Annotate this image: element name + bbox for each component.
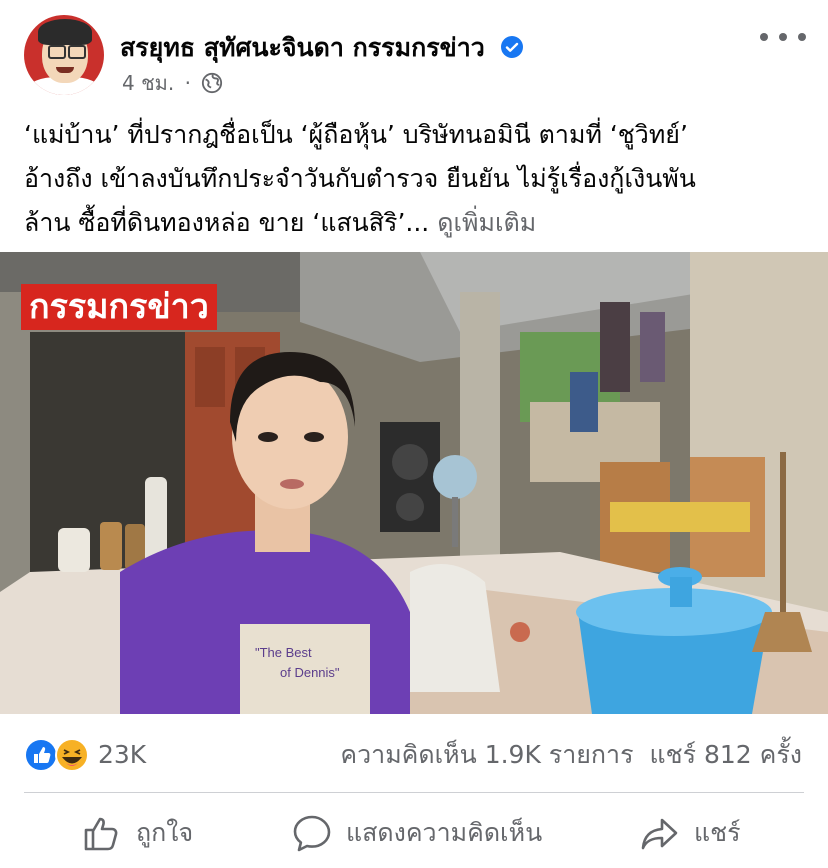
post-stats: 23K ความคิดเห็น 1.9K รายการ แชร์ 812 ครั้… [0,722,828,786]
caption-line: ล้าน ซื้อที่ดินทองหล่อ ขาย ‘แสนสิริ’... [24,208,430,237]
like-label: ถูกใจ [136,818,194,847]
comment-label: แสดงความคิดเห็น [346,818,543,847]
share-button[interactable]: แชร์ [640,800,741,866]
avatar[interactable] [24,15,104,95]
caption-line-last: ล้าน ซื้อที่ดินทองหล่อ ขาย ‘แสนสิริ’... … [24,201,814,245]
author-name-row[interactable]: สรยุทธ สุทัศนะจินดา กรรมกรข่าว [120,28,524,68]
stats-right: ความคิดเห็น 1.9K รายการ แชร์ 812 ครั้ง [340,738,802,772]
more-dot-icon [779,33,787,41]
comments-count[interactable]: ความคิดเห็น 1.9K รายการ [340,740,633,769]
more-dot-icon [760,33,768,41]
comment-button[interactable]: แสดงความคิดเห็น [292,800,542,866]
caption-line: อ้างถึง เข้าลงบันทึกประจำวันกับตำรวจ ยืน… [24,164,696,193]
post-header: สรยุทธ สุทัศนะจินดา กรรมกรข่าว 4 ชม. · [0,0,828,100]
like-button[interactable]: ถูกใจ [82,800,193,866]
more-dot-icon [798,33,806,41]
reactions-count[interactable]: 23K [98,738,146,772]
image-overlay-label: กรรมกรข่าว [21,284,217,330]
thumbs-up-icon [84,817,118,851]
globe-icon [202,72,223,93]
share-label: แชร์ [694,818,741,847]
post-time[interactable]: 4 ชม. [122,71,174,95]
post-caption: ‘แม่บ้าน’ ที่ปรากฎชื่อเป็น ‘ผู้ถือหุ้น’ … [24,113,814,245]
see-more-link[interactable]: ดูเพิ่มเติม [437,208,536,237]
facebook-post: สรยุทธ สุทัศนะจินดา กรรมกรข่าว 4 ชม. · ‘… [0,0,828,868]
share-arrow-icon [641,818,678,850]
action-bar: ถูกใจ แสดงความคิดเห็น แชร์ [0,800,828,866]
caption-line: ‘แม่บ้าน’ ที่ปรากฎชื่อเป็น ‘ผู้ถือหุ้น’ … [24,120,688,149]
shares-count[interactable]: แชร์ 812 ครั้ง [650,740,802,769]
shirt-text-line2: of Dennis" [280,665,340,680]
reaction-icons[interactable] [24,738,94,772]
comment-bubble-icon [293,815,331,852]
meta-separator: · [184,71,191,95]
shirt-text-line1: "The Best [255,645,312,660]
divider [24,792,804,793]
verified-badge-icon [500,36,523,58]
more-options-button[interactable] [760,22,806,52]
like-icon [24,738,58,772]
author-name[interactable]: สรยุทธ สุทัศนะจินดา กรรมกรข่าว [120,33,485,62]
post-meta: 4 ชม. · [122,67,223,99]
haha-icon [55,738,89,772]
